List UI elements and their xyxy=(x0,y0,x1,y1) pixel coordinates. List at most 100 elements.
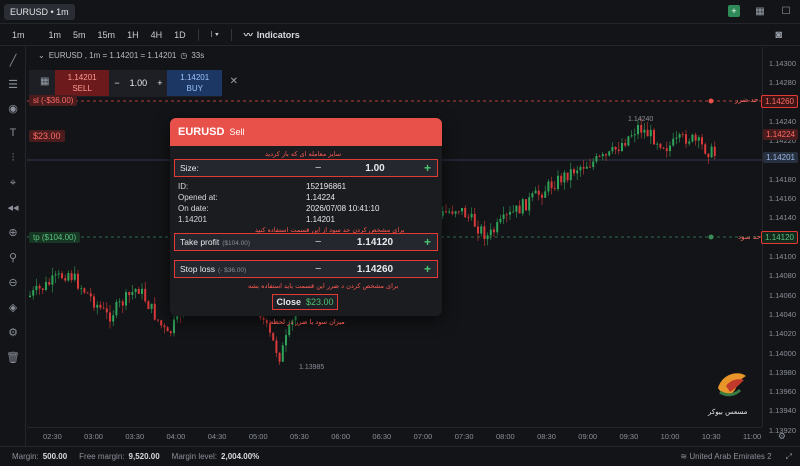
cursor-icon[interactable]: ◉ xyxy=(6,102,20,116)
logo-text: مسعس بیوکر xyxy=(708,408,748,416)
plus-icon[interactable]: + xyxy=(728,5,740,17)
time-tick: 04:00 xyxy=(166,432,186,441)
timeframe-selector[interactable]: 1m xyxy=(0,30,43,40)
candle-body xyxy=(73,273,76,280)
size-value[interactable]: 1.00 xyxy=(345,163,405,174)
tf-4h[interactable]: 4H xyxy=(145,30,169,40)
size-plus[interactable]: + xyxy=(424,161,431,175)
candle-body xyxy=(489,229,492,236)
candle-body xyxy=(61,273,63,279)
trendline-icon[interactable]: ╱ xyxy=(6,54,20,68)
tp-minus[interactable]: − xyxy=(315,236,321,248)
candle-body xyxy=(77,273,79,289)
candle-body xyxy=(467,217,470,219)
candle-body xyxy=(451,211,454,214)
candle-body xyxy=(624,143,627,146)
zoom-in-icon[interactable]: ⊕ xyxy=(6,226,20,240)
time-axis[interactable]: 02:30 03:00 03:30 04:00 04:30 05:00 05:30 06:00… xyxy=(27,427,762,445)
low-label: 1.13985 xyxy=(299,364,325,371)
time-tick: 06:30 xyxy=(372,432,392,441)
tf-5m[interactable]: 5m xyxy=(67,30,92,40)
candle-body xyxy=(675,137,678,139)
pattern-icon[interactable]: ⫶ xyxy=(6,151,20,165)
expand-icon[interactable]: ⤢ xyxy=(786,452,792,462)
candle-body xyxy=(665,148,668,152)
tf-1h[interactable]: 1H xyxy=(121,30,145,40)
stop-loss-tag[interactable]: sl (-$36.00) xyxy=(29,95,78,106)
gear-icon[interactable]: ⚙ xyxy=(778,431,786,442)
size-minus[interactable]: − xyxy=(315,162,321,174)
candle-body xyxy=(32,290,35,296)
symbol-tab[interactable]: EURUSD • 1m xyxy=(4,4,75,20)
candle-body xyxy=(93,296,95,308)
quick-buy-button[interactable]: 1.14201 BUY xyxy=(167,70,222,96)
volume-value[interactable]: 1.00 xyxy=(130,78,148,88)
high-label: 1.14240 xyxy=(628,116,654,123)
drag-handle-icon[interactable]: ▦ xyxy=(40,76,52,88)
current-price-right: 1.14201 xyxy=(306,215,335,224)
candle-body xyxy=(265,319,268,324)
candle-body xyxy=(454,211,457,214)
square-icon[interactable]: ☐ xyxy=(780,5,792,17)
candle-body xyxy=(173,319,175,334)
sl-sub: (- $36.00) xyxy=(217,267,247,274)
candle-body xyxy=(704,144,707,154)
camera-icon[interactable]: ◙ xyxy=(775,29,782,41)
volume-minus[interactable]: − xyxy=(114,78,119,88)
symbol-tab-label: EURUSD • 1m xyxy=(10,7,69,17)
candle-body xyxy=(589,166,591,168)
candle-body xyxy=(147,301,150,309)
candle-body xyxy=(662,147,665,149)
candle-body xyxy=(691,134,694,142)
time-tick: 05:00 xyxy=(248,432,268,441)
candle-body xyxy=(457,211,460,213)
candle-body xyxy=(627,136,630,146)
candle-body xyxy=(153,303,156,320)
take-profit-tag[interactable]: tp ($104.00) xyxy=(29,232,81,243)
chart-type-icon[interactable]: ⧙ ▾ xyxy=(205,29,225,40)
sl-note: برای مشخص کردن د ضرر این قسمت باید استفا… xyxy=(248,282,399,290)
chart-info-line: ⌄ EURUSD , 1m = 1.14201 = 1.14201 ◷ 33s xyxy=(38,51,204,60)
tp-value[interactable]: 1.14120 xyxy=(345,237,405,248)
candle-body xyxy=(601,154,604,157)
rewind-icon[interactable]: ◂◂ xyxy=(6,201,20,215)
indicators-button[interactable]: 〰 Indicators xyxy=(244,28,300,41)
sl-label-wrap: Stop loss (- $36.00) xyxy=(180,264,310,274)
candle-body xyxy=(669,145,671,152)
layers-icon[interactable]: ◈ xyxy=(6,301,20,315)
zoom-icon[interactable]: ⚲ xyxy=(6,251,20,265)
sl-value[interactable]: 1.14260 xyxy=(345,264,405,275)
collapse-icon[interactable]: ⌄ xyxy=(38,51,45,60)
settings-icon[interactable]: ⚙ xyxy=(6,326,20,340)
candle-body xyxy=(137,288,140,294)
candle-body xyxy=(576,170,579,174)
tf-1d[interactable]: 1D xyxy=(168,30,192,40)
zoom-out-icon[interactable]: ⊖ xyxy=(6,276,20,290)
close-icon[interactable]: ✕ xyxy=(230,76,238,87)
text-icon[interactable]: T xyxy=(6,126,20,140)
time-tick: 02:30 xyxy=(43,432,62,441)
candle-body xyxy=(694,134,697,141)
tp-plus[interactable]: + xyxy=(424,235,431,249)
on-date-value: 2026/07/08 10:41:10 xyxy=(306,204,380,213)
sl-minus[interactable]: − xyxy=(315,263,321,275)
tf-15m[interactable]: 15m xyxy=(92,30,122,40)
time-tick: 10:30 xyxy=(701,432,721,441)
candle-body xyxy=(534,190,537,194)
candle-body xyxy=(48,282,51,285)
grid-icon[interactable]: ▦ xyxy=(754,5,766,17)
target-icon[interactable]: ⌖ xyxy=(6,176,20,190)
volume-stepper[interactable]: − 1.00 + xyxy=(109,70,167,96)
quick-sell-button[interactable]: 1.14201 SELL xyxy=(54,70,110,96)
tp-label-wrap: Take profit ($104.00) xyxy=(180,237,310,247)
candle-body xyxy=(713,146,716,156)
lines-icon[interactable]: ☰ xyxy=(6,78,20,92)
close-position-button[interactable]: Close $23.00 xyxy=(272,294,338,310)
sl-plus[interactable]: + xyxy=(424,262,431,276)
pnl-tag[interactable]: $23.00 xyxy=(29,130,65,142)
price-axis[interactable]: 1.13920 1.13940 1.13960 1.13980 1.14000 1.140… xyxy=(761,47,800,435)
trash-icon[interactable]: 🗑 xyxy=(6,351,20,365)
size-label: Size: xyxy=(180,163,199,173)
tf-1m[interactable]: 1m xyxy=(43,30,68,40)
volume-plus[interactable]: + xyxy=(157,78,162,88)
